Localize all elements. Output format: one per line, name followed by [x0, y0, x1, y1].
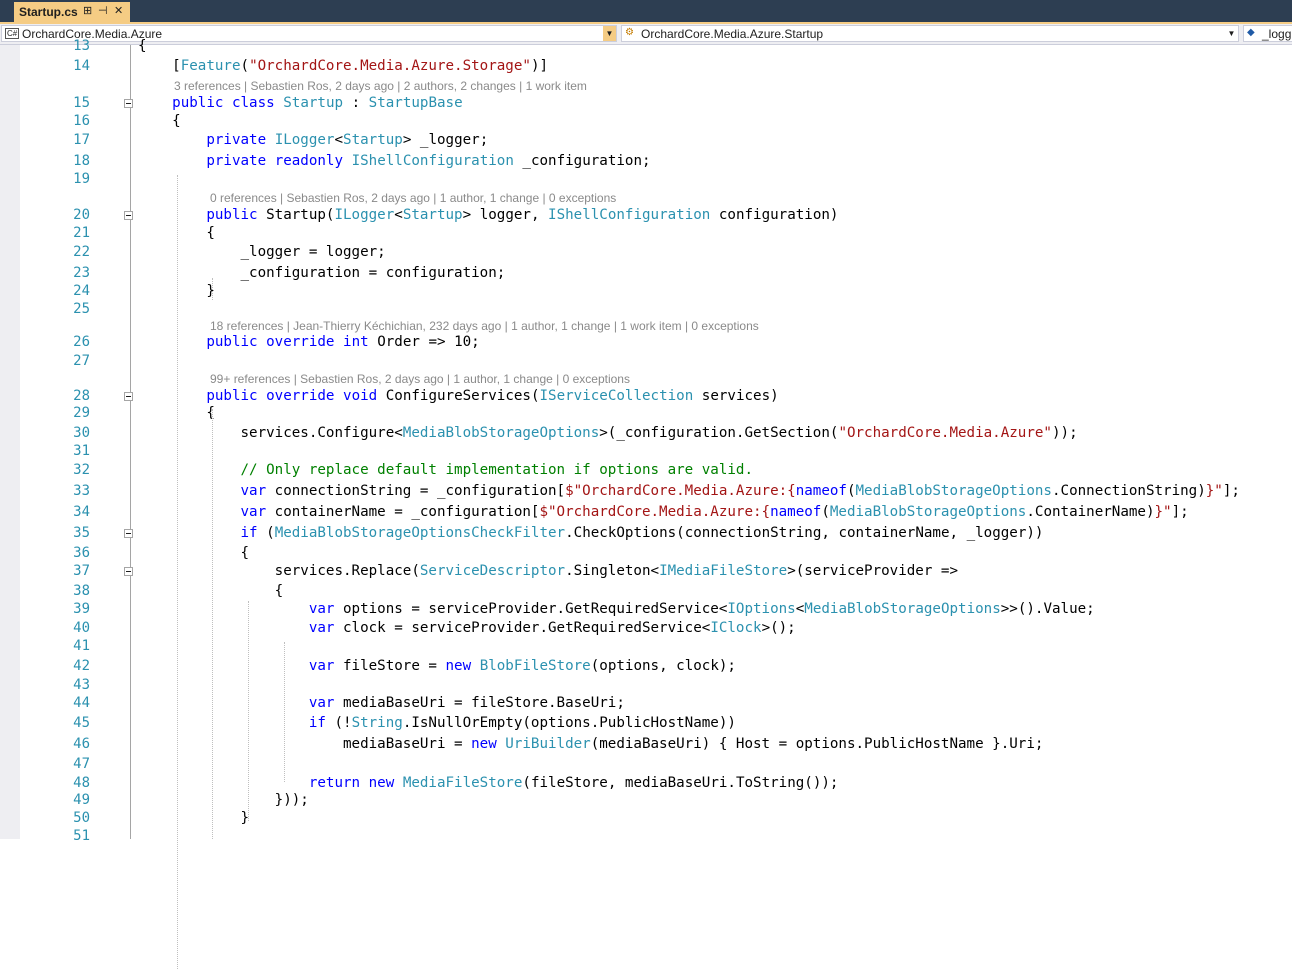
- line-number: 29: [73, 405, 90, 421]
- code-line[interactable]: public override void ConfigureServices(I…: [138, 387, 778, 405]
- chevron-down-icon[interactable]: ▼: [1225, 26, 1238, 41]
- code-line[interactable]: if (!String.IsNullOrEmpty(options.Public…: [138, 714, 736, 732]
- code-line[interactable]: {: [138, 544, 249, 562]
- line-number: 48: [73, 775, 90, 791]
- code-line[interactable]: _configuration = configuration;: [138, 264, 505, 282]
- line-number: 25: [73, 301, 90, 317]
- codelens-info[interactable]: 3 references | Sebastien Ros, 2 days ago…: [174, 78, 587, 94]
- indent-guide: [212, 278, 213, 300]
- line-number: 24: [73, 283, 90, 299]
- collapse-region-icon[interactable]: [124, 392, 133, 401]
- code-line[interactable]: }: [138, 809, 249, 827]
- line-number: 51: [73, 828, 90, 844]
- line-number: 15: [73, 95, 90, 111]
- line-number: 37: [73, 563, 90, 579]
- close-tab-icon[interactable]: ✕: [114, 4, 123, 17]
- code-line[interactable]: var fileStore = new BlobFileStore(option…: [138, 657, 736, 675]
- code-line[interactable]: var connectionString = _configuration[$"…: [138, 482, 1240, 500]
- code-line[interactable]: services.Configure<MediaBlobStorageOptio…: [138, 424, 1077, 442]
- code-line[interactable]: services.Replace(ServiceDescriptor.Singl…: [138, 562, 958, 580]
- code-line[interactable]: {: [138, 112, 181, 130]
- line-number: 30: [73, 425, 90, 441]
- code-line[interactable]: return new MediaFileStore(fileStore, med…: [138, 774, 839, 792]
- line-number: 23: [73, 265, 90, 281]
- class-icon: ⚙: [625, 27, 634, 38]
- code-line[interactable]: _logger = logger;: [138, 243, 385, 261]
- collapse-region-icon[interactable]: [124, 211, 133, 220]
- line-number: 43: [73, 677, 90, 693]
- type-dropdown[interactable]: ⚙ OrchardCore.Media.Azure.Startup ▼: [621, 25, 1239, 42]
- line-number: 32: [73, 462, 90, 478]
- line-number: 22: [73, 244, 90, 260]
- code-line[interactable]: [Feature("OrchardCore.Media.Azure.Storag…: [138, 57, 548, 75]
- line-number: 36: [73, 545, 90, 561]
- line-number: 20: [73, 207, 90, 223]
- line-number: 28: [73, 388, 90, 404]
- indent-guide: [212, 409, 213, 839]
- line-number: 38: [73, 583, 90, 599]
- tab-startup-cs[interactable]: Startup.cs ⊞ ⊣ ✕: [14, 2, 130, 22]
- code-line[interactable]: private readonly IShellConfiguration _co…: [138, 152, 650, 170]
- line-number: 41: [73, 638, 90, 654]
- line-number: 19: [73, 171, 90, 187]
- code-line[interactable]: {: [138, 37, 147, 55]
- line-number: 42: [73, 658, 90, 674]
- line-number: 33: [73, 483, 90, 499]
- collapse-region-icon[interactable]: [124, 567, 133, 576]
- code-line[interactable]: if (MediaBlobStorageOptionsCheckFilter.C…: [138, 524, 1044, 542]
- code-line[interactable]: var clock = serviceProvider.GetRequiredS…: [138, 619, 796, 637]
- line-number: 31: [73, 443, 90, 459]
- line-number: 47: [73, 756, 90, 772]
- codelens-info[interactable]: 0 references | Sebastien Ros, 2 days ago…: [210, 190, 616, 206]
- line-number: 46: [73, 736, 90, 752]
- collapse-region-icon[interactable]: [124, 99, 133, 108]
- line-number: 17: [73, 132, 90, 148]
- line-number: 21: [73, 225, 90, 241]
- type-name: OrchardCore.Media.Azure.Startup: [641, 27, 824, 41]
- csharp-project-icon: C#: [5, 28, 20, 39]
- line-number: 27: [73, 353, 90, 369]
- code-line[interactable]: var containerName = _configuration[$"Orc…: [138, 503, 1189, 521]
- line-number: 45: [73, 715, 90, 731]
- code-editor[interactable]: 13 {14 [Feature("OrchardCore.Media.Azure.…: [0, 38, 1292, 969]
- codelens-info[interactable]: 99+ references | Sebastien Ros, 2 days a…: [210, 371, 630, 387]
- code-line[interactable]: {: [138, 582, 284, 600]
- code-line[interactable]: public class Startup : StartupBase: [138, 94, 462, 112]
- code-line[interactable]: private ILogger<Startup> _logger;: [138, 131, 488, 149]
- line-number: 39: [73, 601, 90, 617]
- line-number: 26: [73, 334, 90, 350]
- code-line[interactable]: var options = serviceProvider.GetRequire…: [138, 600, 1095, 618]
- codelens-info[interactable]: 18 references | Jean-Thierry Kéchichian,…: [210, 318, 759, 334]
- line-number: 14: [73, 58, 90, 74]
- code-line[interactable]: mediaBaseUri = new UriBuilder(mediaBaseU…: [138, 735, 1043, 753]
- line-number: 16: [73, 113, 90, 129]
- tab-title: Startup.cs: [19, 5, 78, 19]
- line-number: 40: [73, 620, 90, 636]
- outlining-margin: [130, 45, 131, 839]
- navigation-bar: C# OrchardCore.Media.Azure ▼ ⚙ OrchardCo…: [0, 24, 1292, 45]
- pin-tab-icon[interactable]: ⊣: [98, 4, 108, 17]
- member-dropdown[interactable]: ◆ _logg: [1243, 25, 1292, 42]
- indent-guide: [284, 642, 285, 782]
- line-number: 44: [73, 695, 90, 711]
- chevron-down-icon[interactable]: ▼: [603, 26, 616, 41]
- collapse-region-icon[interactable]: [124, 529, 133, 538]
- line-number: 50: [73, 810, 90, 826]
- field-icon: ◆: [1247, 27, 1255, 38]
- code-line[interactable]: public override int Order => 10;: [138, 333, 479, 351]
- line-number: 13: [73, 38, 90, 54]
- indent-guide: [177, 175, 178, 969]
- read-only-lock-icon: ⊞: [83, 5, 93, 17]
- code-line[interactable]: public Startup(ILogger<Startup> logger, …: [138, 206, 838, 224]
- code-line[interactable]: }));: [138, 791, 309, 809]
- line-number: 49: [73, 792, 90, 808]
- line-number: 35: [73, 525, 90, 541]
- document-tab-strip: Startup.cs ⊞ ⊣ ✕: [0, 0, 1292, 22]
- indent-guide: [248, 601, 249, 821]
- member-name: _logg: [1262, 27, 1292, 41]
- project-dropdown[interactable]: C# OrchardCore.Media.Azure ▼: [1, 25, 617, 42]
- line-number: 18: [73, 153, 90, 169]
- code-line[interactable]: // Only replace default implementation i…: [138, 461, 754, 479]
- line-number: 34: [73, 504, 90, 520]
